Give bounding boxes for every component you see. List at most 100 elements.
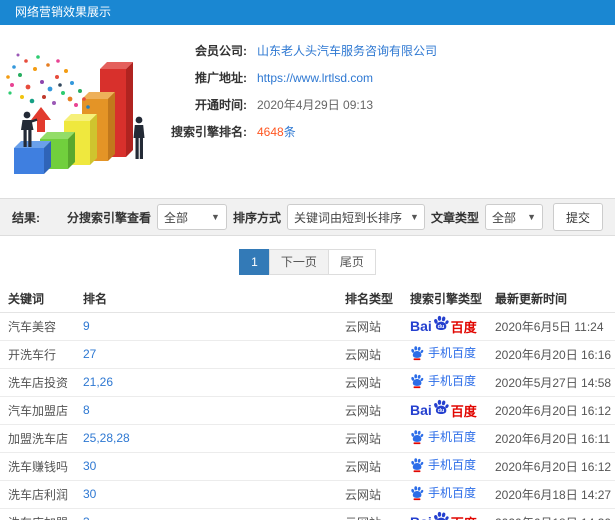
rank-type-cell: 云网站: [345, 480, 410, 509]
pagination-last-button[interactable]: 尾页: [327, 249, 376, 275]
header-rank: 排名: [83, 286, 345, 313]
rank-count: 4648: [257, 125, 284, 139]
engine-filter-value: 全部: [163, 210, 188, 225]
bar-blue: [14, 141, 51, 174]
baidu-mobile-logo: 手机百度: [410, 344, 476, 361]
baidu-pc-logo: Bai du 百度: [410, 315, 477, 337]
updated-cell: 2020年6月20日 16:12: [495, 396, 615, 425]
baidu-mobile-label: 手机百度: [428, 374, 477, 389]
businessman-right: [133, 116, 145, 159]
table-row: 加盟洗车店 25,28,28 云网站 手机百度 2020年6月20日 16:11: [0, 424, 615, 453]
header-updated: 最新更新时间: [495, 286, 615, 313]
rank-type-cell: 云网站: [345, 340, 410, 369]
table-row: 洗车赚钱吗 30 云网站 手机百度 2020年6月20日 16:12: [0, 452, 615, 481]
keyword-cell: 洗车店加盟: [0, 508, 83, 520]
table-row: 洗车店加盟 3 云网站 Bai du 百度 2020年6月18日 14:30: [0, 508, 615, 520]
page-title-bar: 网络营销效果展示: [0, 0, 615, 25]
baidu-mobile-paw-icon: [410, 429, 424, 444]
baidu-mobile-label: 手机百度: [428, 486, 477, 501]
chevron-down-icon: ▼: [527, 212, 536, 222]
engine-cell: 手机百度: [410, 424, 495, 453]
rank-cell: 8: [83, 396, 345, 425]
table-body: 汽车美容 9 云网站 Bai du 百度 2020年6月5日 11:24 开洗车…: [0, 312, 615, 520]
member-company-link[interactable]: 山东老人头汽车服务咨询有限公司: [257, 42, 437, 59]
rank-cell: 25,28,28: [83, 424, 345, 453]
baidu-pc-logo: Bai du 百度: [410, 399, 477, 421]
rank-type-cell: 云网站: [345, 452, 410, 481]
baidu-paw-icon: du: [432, 399, 450, 414]
rank-link[interactable]: 30: [83, 487, 96, 501]
rank-link[interactable]: 21,26: [83, 375, 113, 389]
rank-link[interactable]: 27: [83, 347, 96, 361]
baidu-wordmark-bai: Bai: [410, 514, 432, 520]
table-row: 洗车店利润 30 云网站 手机百度 2020年6月18日 14:27: [0, 480, 615, 509]
rank-type-cell: 云网站: [345, 508, 410, 520]
engine-cell: Bai du 百度: [410, 396, 495, 425]
baidu-mobile-label: 手机百度: [428, 430, 477, 445]
rank-link[interactable]: 3: [83, 515, 90, 520]
baidu-mobile-label: 手机百度: [428, 346, 477, 361]
engine-cell: Bai du 百度: [410, 312, 495, 341]
baidu-paw-icon: du: [432, 315, 450, 330]
rank-cell: 30: [83, 480, 345, 509]
pagination-next-button[interactable]: 下一页: [268, 249, 329, 275]
baidu-mobile-paw-icon: [410, 373, 424, 388]
rank-type-cell: 云网站: [345, 396, 410, 425]
marketing-report-page: 网络营销效果展示 会员公司: 山东老人头汽车服务咨询有限公司 推广地址: htt…: [0, 0, 615, 520]
submit-button[interactable]: 提交: [552, 203, 603, 231]
header-keyword: 关键词: [0, 286, 83, 313]
rank-cell: 9: [83, 312, 345, 341]
page-title: 网络营销效果展示: [15, 5, 112, 19]
rank-cell: 30: [83, 452, 345, 481]
chevron-down-icon: ▼: [409, 212, 419, 222]
rank-type-cell: 云网站: [345, 424, 410, 453]
type-filter-select[interactable]: 全部 ▼: [484, 204, 543, 230]
engine-filter-select[interactable]: 全部 ▼: [156, 204, 227, 230]
table-row: 汽车加盟店 8 云网站 Bai du 百度 2020年6月20日 16:12: [0, 396, 615, 425]
table-row: 汽车美容 9 云网站 Bai du 百度 2020年6月5日 11:24: [0, 312, 615, 341]
table-header-row: 关键词 排名 排名类型 搜索引擎类型 最新更新时间: [0, 286, 615, 313]
pagination: 1 下一页 尾页: [0, 249, 615, 275]
engine-cell: 手机百度: [410, 340, 495, 369]
engine-cell: 手机百度: [410, 480, 495, 509]
updated-cell: 2020年6月18日 14:30: [495, 508, 615, 520]
keyword-cell: 洗车赚钱吗: [0, 452, 83, 481]
rank-link[interactable]: 8: [83, 403, 90, 417]
keyword-cell: 汽车加盟店: [0, 396, 83, 425]
baidu-wordmark-cn: 百度: [450, 403, 477, 419]
baidu-mobile-paw-icon: [410, 457, 424, 472]
baidu-mobile-paw-icon: [410, 345, 424, 360]
table-row: 洗车店投资 21,26 云网站 手机百度 2020年5月27日 14:58: [0, 368, 615, 397]
updated-cell: 2020年6月5日 11:24: [495, 312, 615, 341]
keyword-rank-table: 关键词 排名 排名类型 搜索引擎类型 最新更新时间 汽车美容 9 云网站 Bai…: [0, 286, 615, 520]
header-engine-type: 搜索引擎类型: [410, 286, 495, 313]
type-filter-label: 文章类型: [430, 210, 479, 225]
engine-cell: 手机百度: [410, 368, 495, 397]
keyword-cell: 洗车店利润: [0, 480, 83, 509]
promo-url-link[interactable]: https://www.lrtlsd.com: [257, 71, 373, 85]
updated-cell: 2020年6月20日 16:16: [495, 340, 615, 369]
engine-filter-label: 分搜索引擎查看: [66, 210, 151, 225]
engine-rank-value: 4648条: [257, 123, 296, 140]
updated-cell: 2020年6月20日 16:12: [495, 452, 615, 481]
rank-cell: 21,26: [83, 368, 345, 397]
updated-cell: 2020年6月20日 16:11: [495, 424, 615, 453]
rank-link[interactable]: 9: [83, 319, 90, 333]
confetti: [6, 53, 90, 109]
updated-cell: 2020年5月27日 14:58: [495, 368, 615, 397]
pagination-page-1[interactable]: 1: [239, 249, 270, 275]
baidu-mobile-logo: 手机百度: [410, 428, 476, 445]
filter-bar: 结果: 分搜索引擎查看 全部 ▼ 排序方式 关键词由短到长排序 ▼ 文章类型 全…: [0, 198, 615, 236]
rank-type-cell: 云网站: [345, 368, 410, 397]
sort-filter-select[interactable]: 关键词由短到长排序 ▼: [286, 204, 425, 230]
rank-count-unit[interactable]: 条: [284, 125, 296, 139]
svg-text:du: du: [437, 408, 444, 414]
rank-cell: 3: [83, 508, 345, 520]
baidu-wordmark-bai: Bai: [410, 402, 432, 418]
result-label: 结果:: [12, 210, 40, 225]
rank-link[interactable]: 30: [83, 459, 96, 473]
baidu-wordmark-cn: 百度: [450, 319, 477, 335]
baidu-paw-icon: du: [432, 511, 450, 520]
rank-cell: 27: [83, 340, 345, 369]
rank-link[interactable]: 25,28,28: [83, 431, 130, 445]
